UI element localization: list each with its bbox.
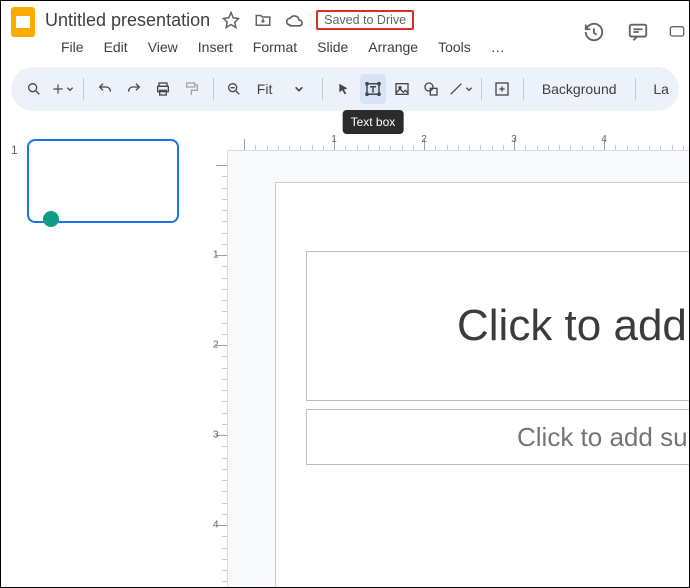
thumbnail-indicator-icon [43, 211, 59, 227]
thumbnail-index: 1 [11, 139, 21, 223]
move-folder-icon[interactable] [252, 9, 274, 31]
canvas-area: 123456 1234 Click to add Click to add su… [196, 133, 689, 587]
paint-format-icon[interactable] [180, 74, 205, 104]
shape-tool-icon[interactable] [419, 74, 444, 104]
comment-icon[interactable] [625, 19, 651, 45]
history-icon[interactable] [581, 19, 607, 45]
search-menu-icon[interactable] [21, 74, 46, 104]
undo-icon[interactable] [92, 74, 117, 104]
menu-slide[interactable]: Slide [309, 35, 356, 59]
header: Untitled presentation Saved to Drive [1, 1, 689, 67]
background-button[interactable]: Background [532, 81, 627, 97]
separator [481, 78, 482, 100]
separator [322, 78, 323, 100]
menu-view[interactable]: View [140, 35, 186, 59]
menu-tools[interactable]: Tools [430, 35, 479, 59]
toolbar: Fit Text box Background La [11, 67, 679, 111]
slide-thumbnail[interactable] [27, 139, 179, 223]
slides-app: Untitled presentation Saved to Drive [0, 0, 690, 588]
canvas-background[interactable]: Click to add Click to add subt [228, 151, 689, 587]
thumbnail-panel: 1 [1, 133, 196, 587]
work-area: 1 123456 1234 Click to add Click to add … [1, 133, 689, 587]
menu-file[interactable]: File [53, 35, 92, 59]
separator [635, 78, 636, 100]
ruler-horizontal: 123456 [228, 133, 689, 151]
redo-icon[interactable] [121, 74, 146, 104]
separator [523, 78, 524, 100]
star-icon[interactable] [220, 9, 242, 31]
menu-insert[interactable]: Insert [190, 35, 241, 59]
separator [213, 78, 214, 100]
print-icon[interactable] [150, 74, 175, 104]
add-comment-icon[interactable] [490, 74, 515, 104]
menu-arrange[interactable]: Arrange [360, 35, 426, 59]
layout-button[interactable]: La [643, 81, 669, 97]
menu-more[interactable]: … [483, 35, 513, 59]
presentation-title[interactable]: Untitled presentation [45, 10, 210, 31]
separator [83, 78, 84, 100]
ruler-vertical: 1234 [210, 151, 228, 587]
thumbnail-row: 1 [11, 139, 184, 223]
slide-canvas[interactable]: Click to add Click to add subt [276, 183, 689, 587]
textbox-tool-icon[interactable]: Text box [360, 74, 385, 104]
slides-logo-icon[interactable] [9, 8, 37, 36]
cloud-saved-icon[interactable] [284, 9, 306, 31]
tooltip-textbox: Text box [343, 110, 404, 134]
title-row: Untitled presentation Saved to Drive [9, 7, 681, 33]
zoom-out-icon[interactable] [222, 74, 247, 104]
saved-status[interactable]: Saved to Drive [316, 10, 414, 30]
image-tool-icon[interactable] [390, 74, 415, 104]
zoom-dropdown[interactable]: Fit [251, 81, 315, 97]
zoom-label: Fit [257, 81, 273, 97]
select-tool-icon[interactable] [331, 74, 356, 104]
header-actions [581, 19, 685, 45]
menu-edit[interactable]: Edit [96, 35, 136, 59]
new-slide-icon[interactable] [50, 74, 75, 104]
subtitle-placeholder[interactable]: Click to add subt [306, 409, 689, 465]
title-placeholder[interactable]: Click to add [306, 251, 689, 401]
line-tool-icon[interactable] [448, 74, 473, 104]
present-icon[interactable] [669, 19, 685, 45]
menu-format[interactable]: Format [245, 35, 305, 59]
